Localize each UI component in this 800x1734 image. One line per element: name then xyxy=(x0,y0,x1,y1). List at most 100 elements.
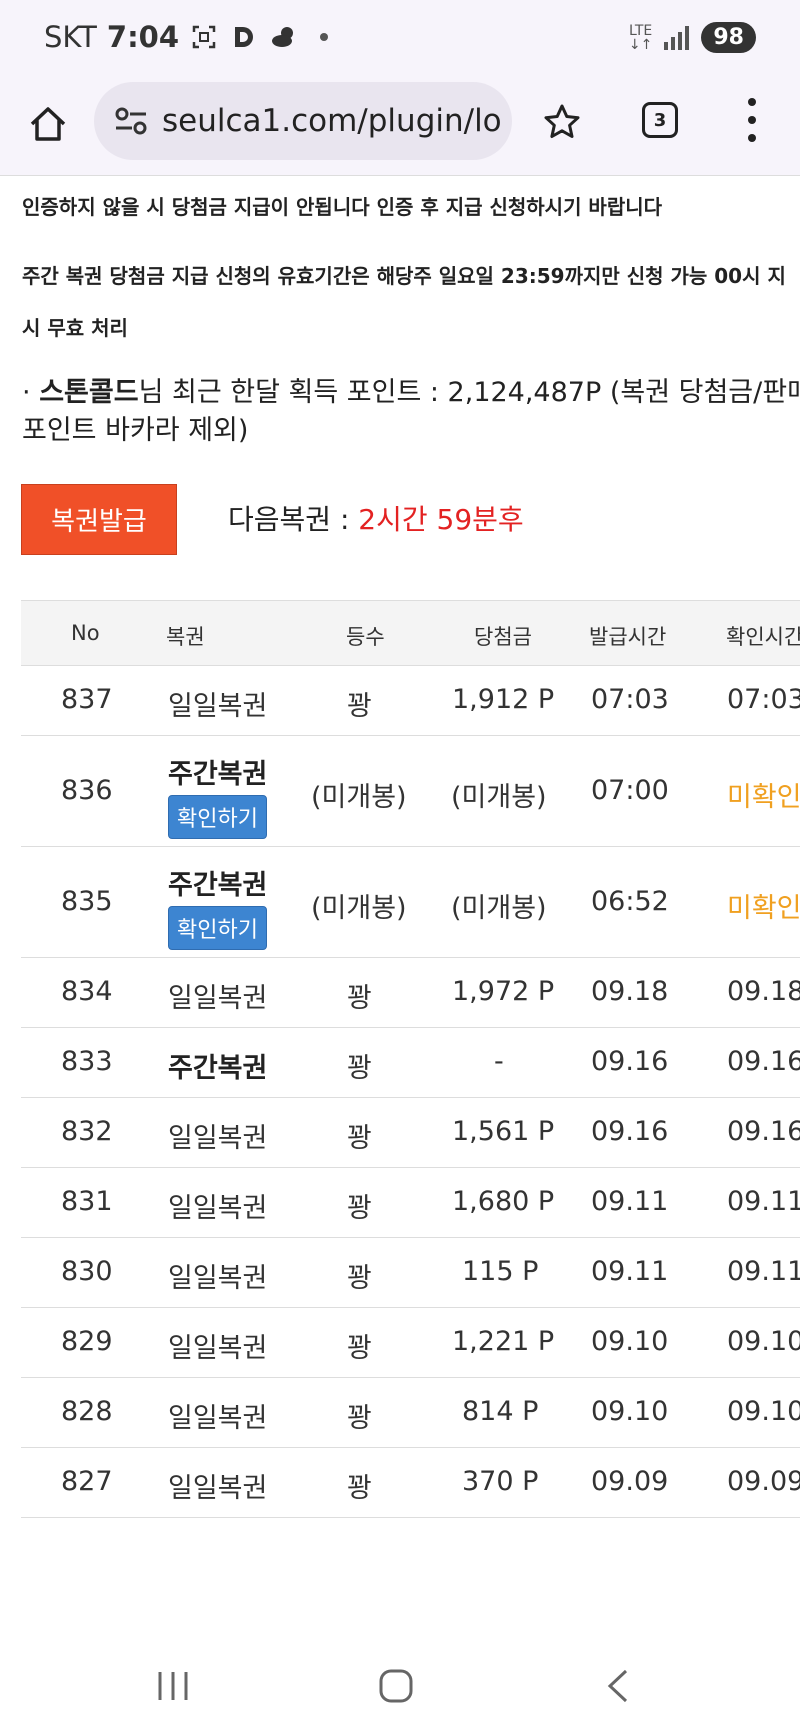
issued-time: 07:03 xyxy=(591,684,669,715)
next-lottery-countdown: 2시간 59분후 xyxy=(358,503,524,536)
row-number: 828 xyxy=(61,1396,113,1427)
rank-value: 꽝 xyxy=(347,1473,372,1504)
issued-time: 09.09 xyxy=(591,1466,669,1497)
address-bar[interactable]: seulca1.com/plugin/lo xyxy=(94,82,512,160)
col-rank: 등수 xyxy=(346,625,385,649)
carrier-label: SKT xyxy=(44,20,97,54)
notification-dot-icon xyxy=(309,22,339,52)
col-no: No xyxy=(71,621,100,645)
bookmark-button[interactable] xyxy=(542,102,582,142)
checked-time: 09.10 xyxy=(727,1326,800,1357)
row-number: 831 xyxy=(61,1186,113,1217)
points-text: 님 최근 한달 획득 포인트 : 2,124,487P (복권 당첨금/판매 xyxy=(138,377,800,408)
rank-value: (미개봉) xyxy=(311,893,407,924)
table-row: 828 일일복권 꽝 814 P 09.10 09.10 xyxy=(21,1378,800,1448)
col-prize: 당첨금 xyxy=(474,625,532,649)
lottery-type: 일일복권 xyxy=(168,983,268,1014)
system-nav-bar xyxy=(0,1646,800,1734)
more-menu-icon[interactable] xyxy=(740,98,764,142)
username: 스톤콜드 xyxy=(39,377,139,408)
status-right: LTE ↓↑ 98 xyxy=(629,22,756,53)
weather-icon xyxy=(269,22,299,52)
home-icon xyxy=(30,107,66,141)
issued-time: 09.16 xyxy=(591,1046,669,1077)
site-settings-icon[interactable] xyxy=(114,106,148,136)
confirm-button[interactable]: 확인하기 xyxy=(168,795,267,839)
browser-toolbar: seulca1.com/plugin/lo 3 xyxy=(0,82,800,176)
table-row: 827 일일복권 꽝 370 P 09.09 09.09 xyxy=(21,1448,800,1518)
issue-lottery-button[interactable]: 복권발급 xyxy=(21,484,177,555)
table-row: 829 일일복권 꽝 1,221 P 09.10 09.10 xyxy=(21,1308,800,1378)
issued-time: 09.16 xyxy=(591,1116,669,1147)
prize-value: - xyxy=(494,1046,504,1077)
rank-value: 꽝 xyxy=(347,983,372,1014)
row-number: 837 xyxy=(61,684,113,715)
row-number: 833 xyxy=(61,1046,113,1077)
d-app-icon xyxy=(229,22,259,52)
rank-value: 꽝 xyxy=(347,1193,372,1224)
table-row: 831 일일복권 꽝 1,680 P 09.11 09.11 xyxy=(21,1168,800,1238)
checked-time: 09.16 xyxy=(727,1116,800,1147)
next-lottery: 다음복권 : 2시간 59분후 xyxy=(228,498,524,538)
lottery-type: 주간복권 xyxy=(168,1053,268,1084)
network-type-label: LTE xyxy=(629,22,653,39)
issued-time: 09.18 xyxy=(591,976,669,1007)
row-number: 832 xyxy=(61,1116,113,1147)
row-number: 827 xyxy=(61,1466,113,1497)
recent-apps-icon[interactable] xyxy=(156,1668,190,1708)
bullet: · xyxy=(22,377,31,408)
row-number: 830 xyxy=(61,1256,113,1287)
rank-value: 꽝 xyxy=(347,1403,372,1434)
home-button[interactable] xyxy=(26,102,70,146)
row-number: 829 xyxy=(61,1326,113,1357)
star-icon xyxy=(544,104,580,138)
checked-time: 09.11 xyxy=(727,1256,800,1287)
status-bar: SKT 7:04 LTE ↓↑ 98 xyxy=(0,0,800,82)
prize-value: 370 P xyxy=(462,1466,539,1497)
signal-icon xyxy=(664,25,690,50)
checked-time: 미확인 xyxy=(727,893,800,924)
lottery-type: 일일복권 xyxy=(168,1333,268,1364)
table-body: 837 일일복권 꽝 1,912 P 07:03 07:03 836 주간복권 확인하기 (미개봉… xyxy=(21,666,800,1518)
col-issued-time: 발급시간 xyxy=(589,625,667,649)
lottery-type: 일일복권 xyxy=(168,1263,268,1294)
battery-indicator: 98 xyxy=(701,22,756,53)
clock: 7:04 xyxy=(106,20,180,54)
table-row: 836 주간복권 확인하기 (미개봉) (미개봉) 07:00 미확인 xyxy=(21,736,800,847)
prize-value: (미개봉) xyxy=(451,782,547,813)
notice-weekly-validity: 주간 복권 당첨금 지급 신청의 유효기간은 해당주 일요일 23:59까지만 … xyxy=(22,264,786,288)
issued-time: 09.10 xyxy=(591,1396,669,1427)
rank-value: 꽝 xyxy=(347,1333,372,1364)
next-lottery-label: 다음복권 : xyxy=(228,503,359,536)
col-lottery: 복권 xyxy=(166,625,205,649)
issued-time: 09.11 xyxy=(591,1256,669,1287)
url-text: seulca1.com/plugin/lo xyxy=(162,103,502,139)
table-header: No 복권 등수 당첨금 발급시간 확인시간 xyxy=(21,600,800,666)
confirm-button[interactable]: 확인하기 xyxy=(168,906,267,950)
lottery-type: 일일복권 xyxy=(168,1403,268,1434)
lte-indicator: LTE ↓↑ xyxy=(628,22,653,53)
rank-value: (미개봉) xyxy=(311,782,407,813)
tab-switcher-button[interactable]: 3 xyxy=(642,102,678,138)
lottery-type: 일일복권 xyxy=(168,691,268,722)
table-row: 833 주간복권 꽝 - 09.16 09.16 xyxy=(21,1028,800,1098)
checked-time: 07:03 xyxy=(727,684,800,715)
prize-value: 1,912 P xyxy=(452,684,555,715)
prize-value: 1,680 P xyxy=(452,1186,555,1217)
lottery-type: 주간복권 xyxy=(168,759,268,790)
points-text-cont: 포인트 바카라 제외) xyxy=(22,415,249,446)
rank-value: 꽝 xyxy=(347,1123,372,1154)
checked-time: 09.10 xyxy=(727,1396,800,1427)
rank-value: 꽝 xyxy=(347,1053,372,1084)
status-left: SKT 7:04 xyxy=(44,20,339,54)
issued-time: 09.10 xyxy=(591,1326,669,1357)
col-checked-time: 확인시간 xyxy=(726,625,800,649)
screenshot-icon xyxy=(189,22,219,52)
back-icon[interactable] xyxy=(604,1668,632,1708)
rank-value: 꽝 xyxy=(347,691,372,722)
issued-time: 09.11 xyxy=(591,1186,669,1217)
checked-time: 09.18 xyxy=(727,976,800,1007)
table-row: 830 일일복권 꽝 115 P 09.11 09.11 xyxy=(21,1238,800,1308)
checked-time: 09.11 xyxy=(727,1186,800,1217)
home-nav-icon[interactable] xyxy=(378,1668,414,1708)
